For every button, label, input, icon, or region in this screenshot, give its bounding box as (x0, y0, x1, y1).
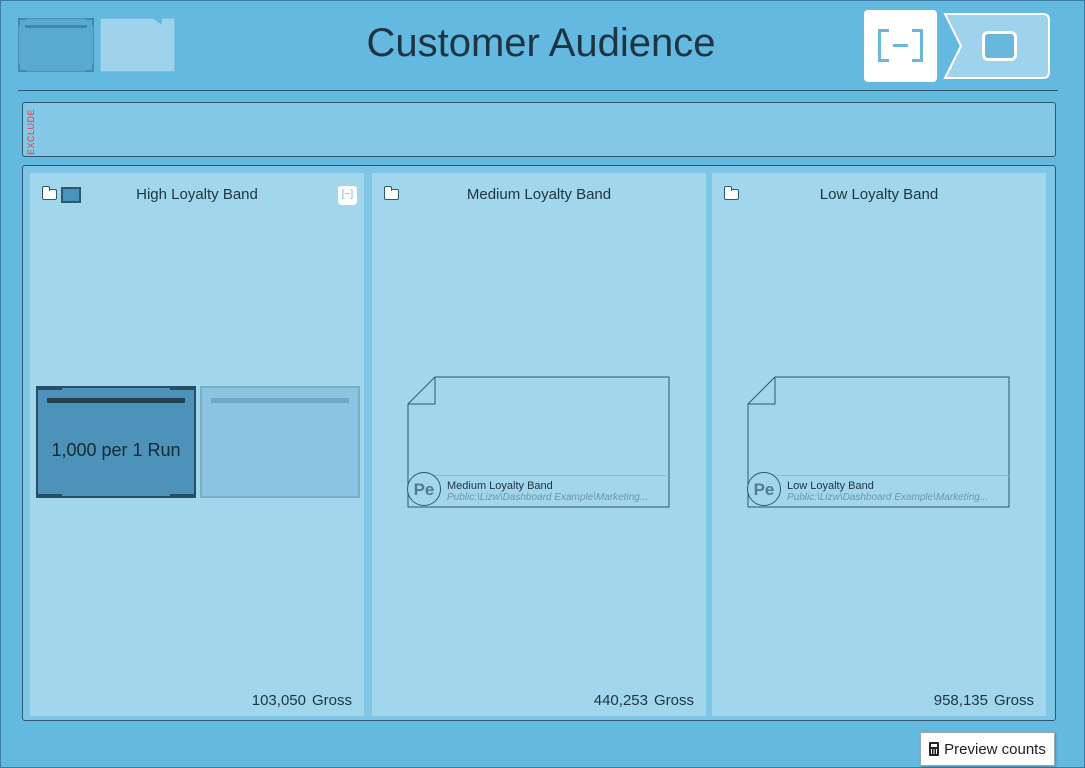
cell-bar (47, 398, 185, 403)
bracket-right-icon (912, 29, 923, 62)
selection-cell-selected[interactable]: 1,000 per 1 Run (36, 386, 196, 498)
band-high-loyalty[interactable]: High Loyalty Band [−] 1,000 per 1 Run 10… (30, 173, 364, 716)
exclude-label: EXCLUDE (26, 109, 36, 156)
divider (435, 475, 669, 476)
selection-cell[interactable] (200, 386, 360, 498)
cell-bar (211, 398, 349, 403)
corner-mark (18, 64, 26, 72)
corner-mark (36, 386, 62, 390)
exclude-drop-zone[interactable]: EXCLUDE (22, 102, 1056, 157)
band-title: High Loyalty Band (136, 186, 258, 203)
bands-container: High Loyalty Band [−] 1,000 per 1 Run 10… (22, 165, 1056, 721)
set-operation-button[interactable] (864, 10, 937, 82)
minus-icon (893, 44, 908, 47)
cell-label: 1,000 per 1 Run (51, 440, 181, 460)
corner-mark (86, 18, 94, 26)
calculator-icon (929, 742, 940, 756)
thumbnail-tab (152, 18, 162, 25)
band-medium-loyalty[interactable]: Medium Loyalty Band Pe Medium Loyalty Ba… (372, 173, 706, 716)
corner-mark (18, 18, 26, 26)
count-label: Gross (993, 692, 1034, 709)
corner-mark (170, 494, 196, 498)
band-count: 103,050 Gross (252, 692, 352, 709)
document-card[interactable]: Pe Medium Loyalty Band Public:\Lizw\Dash… (407, 376, 671, 508)
preview-counts-label: Preview counts (944, 740, 1046, 758)
bracket-left-icon (878, 29, 889, 62)
count-value: 958,135 (933, 692, 988, 709)
header-divider (18, 90, 1058, 91)
band-count: 958,135 Gross (934, 692, 1034, 709)
thumbnail-bar (25, 25, 87, 28)
divider (775, 475, 1009, 476)
document-path: Public:\Lizw\Dashboard Example\Marketing… (787, 492, 989, 503)
document-badge: Pe (747, 472, 781, 506)
preview-counts-button[interactable]: Preview counts (920, 732, 1055, 766)
band-count: 440,253 Gross (594, 692, 694, 709)
count-label: Gross (653, 692, 694, 709)
corner-mark (86, 64, 94, 72)
band-low-loyalty[interactable]: Low Loyalty Band Pe Low Loyalty Band Pub… (712, 173, 1046, 716)
panel-view-button[interactable] (943, 13, 1051, 79)
screen-icon (982, 31, 1017, 61)
layout-thumbnail-selected[interactable] (18, 18, 94, 72)
band-title: Medium Loyalty Band (466, 186, 612, 203)
page-title: Customer Audience (366, 21, 716, 65)
set-operation-icon[interactable]: [−] (338, 186, 357, 205)
document-badge: Pe (407, 472, 441, 506)
corner-mark (170, 386, 196, 390)
document-card[interactable]: Pe Low Loyalty Band Public:\Lizw\Dashboa… (747, 376, 1011, 508)
document-path: Public:\Lizw\Dashboard Example\Marketing… (447, 492, 649, 503)
document-name: Medium Loyalty Band (447, 480, 553, 492)
count-value: 103,050 (251, 692, 306, 709)
document-name: Low Loyalty Band (787, 480, 874, 492)
count-value: 440,253 (593, 692, 648, 709)
band-title: Low Loyalty Band (819, 186, 939, 203)
corner-mark (36, 494, 62, 498)
layout-thumbnail[interactable] (100, 18, 175, 72)
count-label: Gross (311, 692, 352, 709)
